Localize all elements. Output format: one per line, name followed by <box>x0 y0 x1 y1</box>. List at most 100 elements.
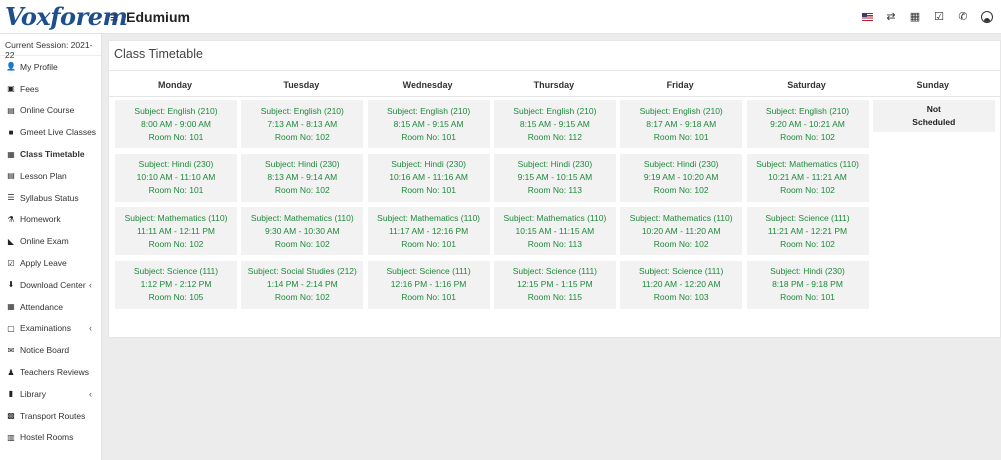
cell-subject: Subject: Mathematics (110) <box>377 212 481 223</box>
sidebar-item-label: Lesson Plan <box>20 170 67 181</box>
day-header-thursday: Thursday <box>533 80 575 90</box>
user-icon: 👤 <box>6 62 16 72</box>
timetable-cell: Subject: Mathematics (110) 10:20 AM - 11:… <box>620 207 743 256</box>
cell-room: Room No: 102 <box>780 238 835 249</box>
sidebar-item-notice-board[interactable]: ✉ Notice Board <box>0 339 101 361</box>
cell-room: Room No: 102 <box>148 238 204 249</box>
fees-icon: ▣ <box>7 84 15 94</box>
flask-icon: ⚗ <box>7 214 15 224</box>
timetable-cell: Subject: English (210) 8:00 AM - 9:00 AM R… <box>115 100 237 148</box>
course-icon: ▤ <box>7 105 15 115</box>
day-header-saturday: Saturday <box>787 80 826 90</box>
timetable-cell: Subject: English (210) 9:20 AM - 10:21 AM… <box>746 100 869 148</box>
cell-time: 9:20 AM - 10:21 AM <box>770 118 845 129</box>
header-divider <box>109 96 1000 97</box>
timetable-cell: Subject: English (210) 8:17 AM - 9:18 AM R… <box>620 100 743 148</box>
timetable-cell: Subject: Mathematics (110) 11:17 AM - 12:… <box>367 207 490 256</box>
cell-subject: Subject: Science (111) <box>133 266 219 277</box>
sidebar-item-attendance[interactable]: ▦ Attendance <box>0 296 101 318</box>
building-icon: ▥ <box>7 432 15 442</box>
sidebar-item-apply-leave[interactable]: ☑ Apply Leave <box>0 252 101 274</box>
timetable-cell: Subject: Social Studies (212) 1:14 PM - 2… <box>241 260 364 309</box>
sidebar-item-fees[interactable]: ▣ Fees <box>0 78 101 100</box>
cell-time: 1:12 PM - 2:12 PM <box>140 279 212 290</box>
cell-subject: Subject: Science (111) <box>512 266 598 277</box>
sidebar-item-my-profile[interactable]: 👤 My Profile <box>0 56 101 78</box>
calendar-icon[interactable]: ▦ <box>903 5 927 29</box>
sidebar-item-online-exam[interactable]: ◣ Online Exam <box>0 230 101 252</box>
timetable-cell: Subject: Mathematics (110) 9:30 AM - 10:3… <box>241 207 364 256</box>
sidebar-item-label: Fees <box>20 83 39 94</box>
cell-room: Room No: 101 <box>780 292 835 303</box>
sidebar-item-teachers-reviews[interactable]: ♟ Teachers Reviews <box>0 361 101 383</box>
cell-time: 8:00 AM - 9:00 AM <box>141 118 211 129</box>
user-avatar-icon[interactable] <box>975 5 999 29</box>
timetable-cell: Subject: Mathematics (110) 10:21 AM - 11:… <box>746 153 869 202</box>
top-navbar: Voxforem ≡ Edumium ⇄ ▦ ☑ ✆ <box>0 0 1001 34</box>
book-icon: ▮ <box>8 389 14 399</box>
cell-room: Room No: 102 <box>653 238 709 249</box>
cell-subject: Subject: English (210) <box>134 105 218 116</box>
timetable-card: Class Timetable Monday Tuesday Wednesday Th… <box>108 40 1001 338</box>
sidebar-item-examinations[interactable]: ▢ Examinations ‹ <box>0 318 101 340</box>
page-title: Class Timetable <box>114 47 203 61</box>
cell-room: Room No: 101 <box>148 185 204 196</box>
rss-icon: ◣ <box>7 236 15 246</box>
sidebar-item-online-course[interactable]: ▤ Online Course <box>0 100 101 122</box>
swap-icon[interactable]: ⇄ <box>879 5 903 29</box>
sidebar-item-lesson-plan[interactable]: ▤ Lesson Plan <box>0 165 101 187</box>
cell-room: Room No: 101 <box>401 185 456 196</box>
cell-subject: Subject: Mathematics (110) <box>250 212 354 223</box>
cell-room: Room No: 102 <box>274 238 330 249</box>
timetable-cell: Subject: Mathematics (110) 11:11 AM - 12:… <box>115 207 237 256</box>
timetable-cell: Subject: Hindi (230) 8:13 AM - 9:14 AM Roo… <box>241 153 364 202</box>
cell-subject: Subject: Hindi (230) <box>643 159 719 170</box>
checkbox-icon[interactable]: ☑ <box>927 5 951 29</box>
cell-room: Room No: 101 <box>401 131 456 142</box>
cell-time: 10:16 AM - 11:16 AM <box>389 172 468 183</box>
cell-room: Room No: 103 <box>653 292 709 303</box>
chevron-left-icon: ‹ <box>89 388 92 399</box>
cell-subject: Subject: Mathematics (110) <box>756 159 859 170</box>
cell-room: Room No: 102 <box>653 185 709 196</box>
sidebar-item-homework[interactable]: ⚗ Homework <box>0 209 101 231</box>
sidebar-item-library[interactable]: ▮ Library ‹ <box>0 383 101 405</box>
current-session: Current Session: 2021-22 <box>0 34 101 60</box>
sidebar-item-label: Library <box>20 388 46 399</box>
timetable-cell: Subject: Hindi (230) 8:18 PM - 9:18 PM Roo… <box>746 260 869 309</box>
cell-subject: Subject: English (210) <box>765 105 850 116</box>
sidebar-item-label: Gmeet Live Classes <box>20 127 97 138</box>
timetable-cell: Subject: Hindi (230) 10:16 AM - 11:16 AM R… <box>367 153 490 202</box>
brand-logo[interactable]: Voxforem <box>0 0 128 34</box>
timetable-cell: Subject: Science (111) 1:12 PM - 2:12 PM R… <box>115 260 237 309</box>
cell-room: Room No: 102 <box>274 185 330 196</box>
sidebar-item-syllabus-status[interactable]: ☰ Syllabus Status <box>0 187 101 209</box>
day-header-tuesday: Tuesday <box>283 80 320 90</box>
menu-toggle-icon[interactable]: ≡ <box>110 9 118 25</box>
sidebar-item-gmeet-live-classes[interactable]: ■ Gmeet Live Classes <box>0 121 101 143</box>
sidebar-item-label: Apply Leave <box>20 258 67 269</box>
lesson-plan-icon: ▤ <box>7 171 15 181</box>
cell-time: 12:16 PM - 1:16 PM <box>390 279 467 290</box>
bus-icon: ▩ <box>7 411 15 421</box>
day-header-wednesday: Wednesday <box>402 80 453 90</box>
sidebar-item-label: Online Exam <box>20 236 69 247</box>
topbar-icons: ⇄ ▦ ☑ ✆ <box>855 5 1001 29</box>
sidebar-item-transport-routes[interactable]: ▩ Transport Routes <box>0 405 101 427</box>
cell-time: 8:17 AM - 9:18 AM <box>646 118 717 129</box>
cell-subject: Subject: Social Studies (212) <box>247 266 357 277</box>
timetable-cell: Subject: English (210) 7:13 AM - 8:13 AM R… <box>241 100 364 148</box>
sidebar-item-hostel-rooms[interactable]: ▥ Hostel Rooms <box>0 427 101 449</box>
cell-subject: Subject: Hindi (230) <box>391 159 466 170</box>
cell-time: 8:15 AM - 9:15 AM <box>519 118 590 129</box>
cell-subject: Subject: Science (111) <box>765 212 850 223</box>
whatsapp-icon[interactable]: ✆ <box>951 5 975 29</box>
timetable-cell: Subject: Hindi (230) 9:19 AM - 10:20 AM Ro… <box>620 153 743 202</box>
map-icon: ▢ <box>7 323 15 333</box>
cell-time: 10:15 AM - 11:15 AM <box>515 225 595 236</box>
calendar-check-icon: ▦ <box>7 302 15 312</box>
sidebar-item-download-center[interactable]: ⬇ Download Center ‹ <box>0 274 101 296</box>
us-flag-icon[interactable] <box>855 5 879 29</box>
sidebar-item-label: Notice Board <box>20 345 70 356</box>
sidebar-item-class-timetable[interactable]: ▦ Class Timetable <box>0 143 101 165</box>
